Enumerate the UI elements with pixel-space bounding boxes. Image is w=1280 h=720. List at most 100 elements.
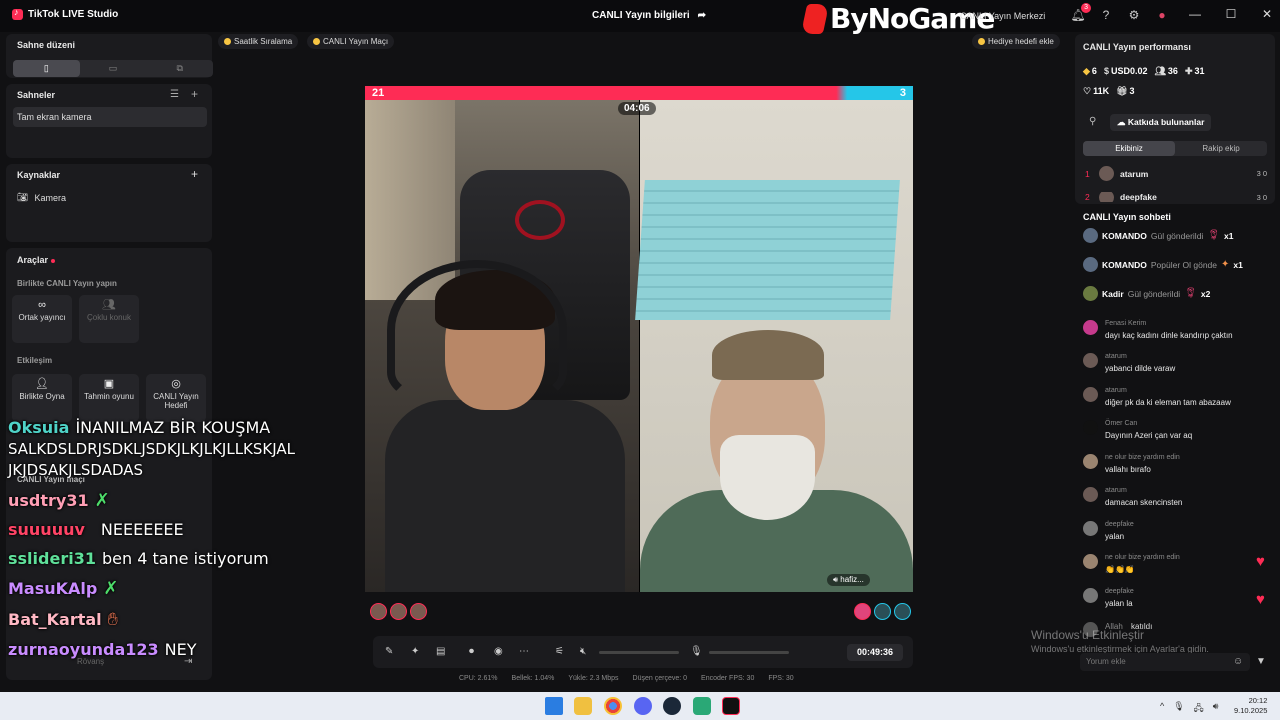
avatar[interactable] [854,603,871,620]
more-icon[interactable]: ⋯ [519,646,529,657]
mixer-icon[interactable]: ⚟ [555,646,564,657]
gift-emoji-icon: ✗ [103,578,119,599]
portrait-layout-icon[interactable]: ▯ [13,60,80,77]
close-icon[interactable]: ✕ [1260,7,1274,21]
hourly-ranking-chip[interactable]: Saatlik Sıralama [218,34,299,49]
app-title-text: TikTok LIVE Studio [28,9,119,20]
tab-rival-team[interactable]: Rakip ekip [1175,141,1267,156]
avatar[interactable] [1083,554,1098,569]
avatar[interactable] [894,603,911,620]
system-clock[interactable]: 20:12 9.10.2025 [1234,696,1267,716]
avatar[interactable]: ● [1154,7,1170,23]
diamond-icon: ◆ [1083,66,1090,76]
add-source-icon[interactable]: + [191,167,198,181]
avatar[interactable] [1083,387,1098,402]
chrome-icon[interactable] [604,697,622,715]
chat-text: yalan [1105,532,1125,541]
avatar[interactable] [874,603,891,620]
hourly-label: Saatlik Sıralama [234,37,293,46]
guest-name-tag[interactable]: 🔊︎ hafiz... [827,574,870,586]
gear-icon[interactable]: ⚙ [1126,7,1142,23]
engagement-section-title: Etkileşim [17,356,53,365]
link-icon: ∞ [38,299,46,311]
multi-guest-button[interactable]: 👥︎ Çoklu konuk [79,295,139,343]
effects-icon[interactable]: ✦ [411,646,419,657]
chat-user[interactable]: Fenasi Kerim [1105,320,1146,327]
help-icon[interactable]: ? [1098,7,1114,23]
gift-user[interactable]: Kadir [1102,289,1124,299]
steam-icon[interactable] [663,697,681,715]
camera-settings-icon[interactable]: ◉ [494,646,503,657]
live-center-link[interactable]: CANLI Yayın Merkezi [960,11,1045,21]
avatar[interactable] [1083,487,1098,502]
user-search-icon[interactable]: ⚲ [1089,116,1096,127]
avatar[interactable] [1083,521,1098,536]
layout-icon[interactable]: ▤ [436,646,445,657]
mute-icon[interactable]: 🔇︎ [580,646,586,657]
scene-item[interactable]: Tam ekran kamera [13,107,207,127]
minimize-icon[interactable]: — [1188,7,1202,21]
live-goal-button[interactable]: ◎ CANLI Yayın Hedefi [146,374,206,422]
landscape-layout-icon[interactable]: ▭ [80,60,147,77]
scenes-title: Sahneler [17,90,56,100]
avatar[interactable] [1083,420,1098,435]
mic-volume-slider[interactable] [709,651,789,654]
avatar[interactable] [390,603,407,620]
cohost-button[interactable]: ∞ Ortak yayıncı [12,295,72,343]
chat-user[interactable]: atarum [1105,487,1127,494]
network-icon[interactable]: 🖧︎ [1194,701,1204,717]
live-info-link[interactable]: CANLI Yayın bilgileri ➦ [592,10,706,21]
chat-user[interactable]: deepfake [1105,588,1134,595]
chat-user[interactable]: deepfake [1105,521,1134,528]
comment-input[interactable]: Yorum ekle [1080,653,1250,671]
emoji-icon[interactable]: ☺ [1233,656,1243,667]
magic-icon[interactable]: ✎ [385,646,393,657]
gift-user[interactable]: KOMANDO [1102,231,1147,241]
contributors-button[interactable]: ☁ Katkıda bulunanlar [1110,114,1212,131]
tab-your-team[interactable]: Ekibiniz [1083,141,1175,156]
bell-icon[interactable]: 🔔︎ 3 [1070,3,1091,23]
source-item-camera[interactable]: 📷︎ Kamera [17,192,66,203]
chat-user[interactable]: ne olur bize yardım edin [1105,554,1180,561]
multi-layout-icon[interactable]: ⧉ [146,60,213,77]
chat-user[interactable]: Ömer Can [1105,420,1137,427]
ranking-row[interactable]: 1 atarum 3 0 [1085,166,1267,181]
ranking-row[interactable]: 2 deepfake 3 0 [1085,192,1267,202]
chevron-down-icon[interactable]: ▼ [1256,656,1266,667]
chevron-up-icon[interactable]: ^ [1160,701,1164,717]
avatar[interactable] [1083,454,1098,469]
avatar[interactable] [1083,320,1098,335]
avatar[interactable] [1083,353,1098,368]
prediction-button[interactable]: ▣ Tahmin oyunu [79,374,139,422]
overlay-line: usdtry31 ✗ [8,490,110,511]
file-explorer-icon[interactable] [574,697,592,715]
windows-taskbar: ^ 🎙︎ 🖧︎ 🔊︎ 20:12 9.10.2025 [0,692,1280,720]
microphone-icon[interactable]: 🎙︎ [1173,701,1184,717]
play-together-button[interactable]: 👤︎ Birlikte Oyna [12,374,72,422]
avatar[interactable] [370,603,387,620]
chat-user[interactable]: atarum [1105,353,1127,360]
list-icon[interactable]: ☰ [170,89,179,100]
windows-start-icon[interactable] [545,697,563,715]
add-scene-icon[interactable]: + [191,87,198,101]
clock-date: 9.10.2025 [1234,706,1268,715]
overlay-line: Oksuia İNANILMAZ BİR KOUŞMA [8,418,270,437]
chat-user[interactable]: atarum [1105,387,1127,394]
gift-goal-chip[interactable]: Hediye hedefi ekle [972,34,1060,49]
maximize-icon[interactable]: ☐ [1224,7,1238,21]
tiktok-live-studio-icon[interactable] [722,697,740,715]
discord-icon[interactable] [634,697,652,715]
gift-user[interactable]: KOMANDO [1102,260,1147,270]
microphone-icon[interactable]: 🎙︎ [690,646,703,657]
rank-stat: 3 0 [1256,192,1267,202]
live-match-chip[interactable]: CANLI Yayın Maçı [307,34,395,49]
record-icon[interactable]: ⏺ [469,646,474,657]
app-icon[interactable] [693,697,711,715]
gift-message: KOMANDO Popüler Ol gönde ✦ x1 [1083,257,1243,272]
volume-icon[interactable]: 🔊︎ [1213,701,1219,717]
chat-user[interactable]: ne olur bize yardım edin [1105,454,1180,461]
speaker-volume-slider[interactable] [599,651,679,654]
avatar[interactable] [410,603,427,620]
avatar[interactable] [1083,588,1098,603]
gift-goal-label: Hediye hedefi ekle [988,37,1054,46]
